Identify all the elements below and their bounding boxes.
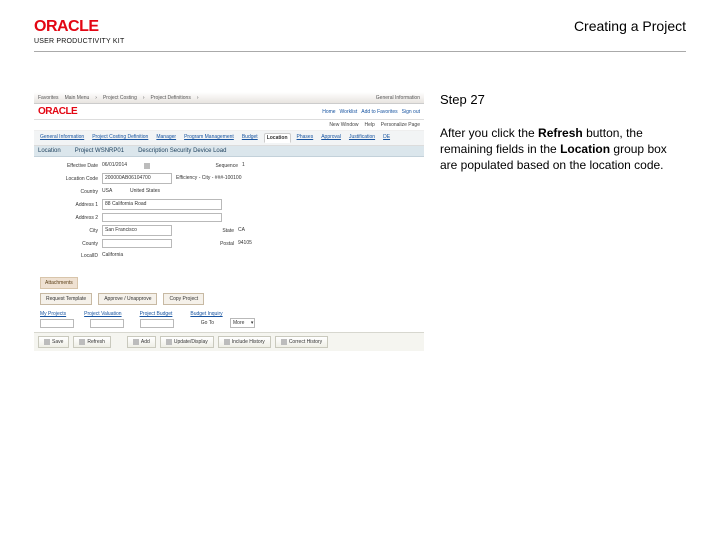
crumb-1[interactable]: Project Costing [103, 95, 137, 101]
local-val: California [102, 251, 123, 260]
link-newwindow[interactable]: New Window [329, 122, 358, 128]
bottom-toolbar: Save Refresh Add Update/Display Include … [34, 332, 424, 351]
addr2-lbl: Address 2 [40, 215, 98, 221]
country-lbl: Country [40, 189, 98, 195]
app-tabs: General Information Project Costing Defi… [34, 131, 424, 146]
id-1[interactable] [40, 319, 74, 328]
update-button[interactable]: Update/Display [160, 336, 214, 348]
link-row: My Projects Project Valuation Project Bu… [34, 307, 424, 318]
goto-select[interactable]: More [230, 318, 255, 328]
link-help[interactable]: Help [365, 122, 375, 128]
crumb-2[interactable]: Project Definitions [151, 95, 191, 101]
refresh-icon [79, 339, 85, 345]
country-val: USA [102, 187, 126, 196]
tab-program[interactable]: Program Management [182, 133, 236, 143]
page-title: Creating a Project [574, 18, 686, 34]
postal-val: 94105 [238, 239, 252, 248]
link-signout[interactable]: Sign out [402, 109, 420, 115]
include-button[interactable]: Include History [218, 336, 271, 348]
postal-lbl: Postal [210, 241, 234, 247]
effdate-val: 06/01/2014 [102, 161, 140, 170]
attachments-expand[interactable]: Attachments [40, 277, 78, 289]
oracle-sub: USER PRODUCTIVITY KIT [34, 38, 124, 45]
request-template-button[interactable]: Request Template [40, 293, 92, 305]
topbar-fav[interactable]: Favorites [38, 95, 59, 101]
calendar-icon[interactable] [144, 163, 150, 169]
city-field[interactable]: San Francisco [102, 225, 172, 236]
update-icon [166, 339, 172, 345]
addr1-lbl: Address 1 [40, 202, 98, 208]
correct-icon [281, 339, 287, 345]
link-projbudget[interactable]: Project Budget [140, 311, 173, 317]
section-title: Location [38, 148, 61, 154]
app-oracle-logo: ORACLE [38, 106, 77, 117]
link-home[interactable]: Home [322, 109, 335, 115]
loccode-field[interactable]: 200000AB06104700 [102, 173, 172, 184]
county-lbl: County [40, 241, 98, 247]
link-worklist[interactable]: Worklist [340, 109, 358, 115]
step-body: After you click the Refresh button, the … [440, 125, 684, 174]
link-myprojects[interactable]: My Projects [40, 311, 66, 317]
id-row: Go To More [34, 318, 424, 332]
id-3[interactable] [140, 319, 174, 328]
addr1-field[interactable]: 88 California Road [102, 199, 222, 210]
link-valuation[interactable]: Project Valuation [84, 311, 121, 317]
city-lbl: City [40, 228, 98, 234]
county-field[interactable] [102, 239, 172, 248]
section-bar: Location Project WSNRP01 Description Sec… [34, 146, 424, 157]
state-val: CA [238, 226, 245, 235]
tab-costing[interactable]: Project Costing Definition [90, 133, 150, 143]
app-breadcrumb: Favorites Main Menu › Project Costing › … [34, 92, 424, 104]
addr2-field[interactable] [102, 213, 222, 222]
save-icon [44, 339, 50, 345]
link-budgetinq[interactable]: Budget Inquiry [190, 311, 222, 317]
add-icon [133, 339, 139, 345]
topbar-main[interactable]: Main Menu [65, 95, 90, 101]
add-button[interactable]: Add [127, 336, 156, 348]
copy-project-button[interactable]: Copy Project [163, 293, 204, 305]
link-fav[interactable]: Add to Favorites [361, 109, 397, 115]
tab-phases[interactable]: Phases [295, 133, 316, 143]
link-personalize[interactable]: Personalize Page [381, 122, 420, 128]
instructions-panel: Step 27 After you click the Refresh butt… [440, 92, 684, 351]
crumb-3[interactable]: General Information [376, 95, 420, 101]
desc-val: Security Device Load [170, 148, 227, 154]
tab-justification[interactable]: Justification [347, 133, 377, 143]
include-icon [224, 339, 230, 345]
save-button[interactable]: Save [38, 336, 69, 348]
logo-block: ORACLE USER PRODUCTIVITY KIT [34, 18, 124, 45]
approve-button[interactable]: Approve / Unapprove [98, 293, 157, 305]
tab-de[interactable]: DE [381, 133, 392, 143]
country-txt: United States [130, 187, 160, 196]
tab-general[interactable]: General Information [38, 133, 86, 143]
loccode-txt: Efficiency - City - ###-100100 [176, 174, 242, 183]
local-lbl: LocalID [40, 253, 98, 259]
effdate-lbl: Effective Date [40, 163, 98, 169]
project-lbl: Project [75, 148, 94, 154]
app-screenshot: Favorites Main Menu › Project Costing › … [34, 92, 424, 351]
tab-budget[interactable]: Budget [240, 133, 260, 143]
seq-val: 1 [242, 161, 245, 170]
tab-manager[interactable]: Manager [154, 133, 178, 143]
project-val: WSNRP01 [95, 148, 124, 154]
step-label: Step 27 [440, 92, 684, 107]
location-form: Effective Date 06/01/2014 Sequence 1 Loc… [34, 157, 424, 273]
loccode-lbl: Location Code [40, 176, 98, 182]
tab-location[interactable]: Location [264, 133, 291, 143]
correct-button[interactable]: Correct History [275, 336, 328, 348]
app-header-links: Home Worklist Add to Favorites Sign out [322, 109, 420, 115]
id-2[interactable] [90, 319, 124, 328]
goto-lbl: Go To [190, 320, 214, 326]
refresh-button[interactable]: Refresh [73, 336, 111, 348]
state-lbl: State [210, 228, 234, 234]
oracle-logo: ORACLE [34, 18, 124, 36]
tab-approval[interactable]: Approval [319, 133, 343, 143]
app-subheader: New Window Help Personalize Page [34, 120, 424, 131]
desc-lbl: Description [138, 148, 168, 154]
action-buttons: Request Template Approve / Unapprove Cop… [34, 291, 424, 307]
seq-lbl: Sequence [198, 163, 238, 169]
